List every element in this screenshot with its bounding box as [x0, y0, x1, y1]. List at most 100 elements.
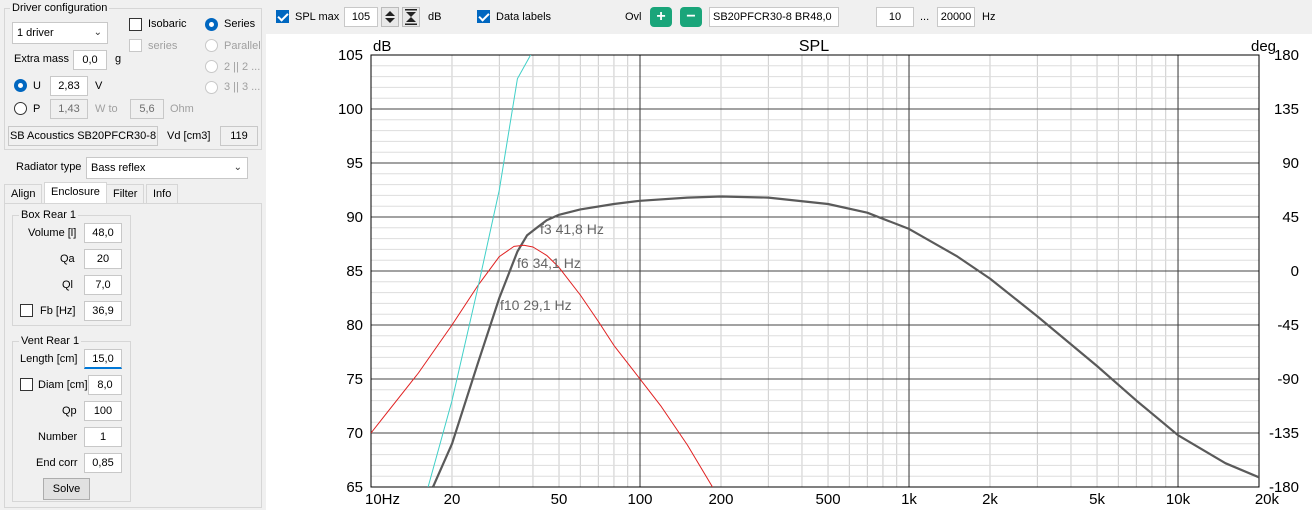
y2-tick-label: -90 [1277, 371, 1299, 388]
tab-enclosure[interactable]: Enclosure [44, 182, 107, 203]
radiator-type-label: Radiator type [16, 161, 82, 173]
hz-unit: Hz [982, 11, 996, 23]
p-radio[interactable] [14, 102, 27, 115]
radiator-type-combo[interactable]: Bass reflex ⌄ [86, 157, 248, 179]
x-tick-label: 20 [444, 491, 461, 508]
y-tick-label: 65 [346, 479, 363, 496]
y2-tick-label: -45 [1277, 317, 1299, 334]
p-input[interactable]: 1,43 [50, 99, 88, 119]
fb-input[interactable]: 36,9 [84, 301, 122, 321]
db-unit: dB [428, 11, 442, 23]
spl-max-input[interactable]: 105 [344, 7, 378, 27]
box-group-title: Box Rear 1 [19, 209, 79, 221]
y-tick-label: 70 [346, 425, 363, 442]
spl-spin-updown[interactable] [381, 7, 399, 27]
u-radio[interactable] [14, 79, 27, 92]
p33-label: 3 || 3 ... [224, 81, 261, 93]
qa-input[interactable]: 20 [84, 249, 122, 269]
endcorr-label: End corr [36, 457, 78, 469]
tab-strip: Align Enclosure Filter Info [4, 182, 262, 204]
isobaric-label: Isobaric [148, 18, 187, 30]
annotation-f10: f10 29,1 Hz [500, 297, 572, 313]
x-tick-label: 10Hz [365, 491, 400, 508]
y-tick-labels: 105 100 95 90 85 80 75 70 65 [338, 47, 363, 496]
x-tick-label: 50 [551, 491, 568, 508]
y-tick-label: 90 [346, 209, 363, 226]
qa-label: Qa [60, 253, 75, 265]
ohm-input[interactable]: 5,6 [130, 99, 164, 119]
u-label: U [33, 80, 41, 92]
p22-radio[interactable] [205, 60, 218, 73]
y-tick-label: 85 [346, 263, 363, 280]
x-tick-labels: 10Hz 20 50 100 200 500 1k 2k 5k 10k 20k [365, 491, 1279, 508]
spl-chart[interactable]: 10Hz 20 50 100 200 500 1k 2k 5k 10k 20k 1051009590… [266, 34, 1312, 510]
freq-from-input[interactable]: 10 [876, 7, 914, 27]
extra-mass-unit: g [115, 53, 122, 65]
diam-checkbox[interactable] [20, 378, 33, 391]
tab-align[interactable]: Align [4, 184, 43, 203]
y2-tick-label: 45 [1282, 209, 1299, 226]
chevron-down-icon: ⌄ [93, 27, 102, 38]
x-tick-label: 500 [816, 491, 841, 508]
spl-max-checkbox[interactable] [276, 10, 289, 23]
fb-label: Fb [Hz] [40, 305, 76, 317]
y2-tick-label: -180 [1269, 479, 1299, 496]
y2-tick-label: -135 [1269, 425, 1299, 442]
ql-input[interactable]: 7,0 [84, 275, 122, 295]
y2-tick-label: 180 [1274, 47, 1299, 64]
endcorr-input[interactable]: 0,85 [84, 453, 122, 473]
vd-input[interactable]: 119 [220, 126, 258, 146]
ohm-unit: Ohm [170, 103, 194, 115]
x-tick-label: 10k [1166, 491, 1191, 508]
qp-label: Qp [62, 405, 77, 417]
series-checkbox[interactable] [129, 39, 142, 52]
extra-mass-input[interactable]: 0,0 [73, 50, 107, 70]
series-radio[interactable] [205, 18, 218, 31]
tab-info[interactable]: Info [146, 184, 179, 203]
y-tick-label: 75 [346, 371, 363, 388]
freq-to-input[interactable]: 20000 [937, 7, 975, 27]
toolbar: SPL max 105 dB Data labels Ovl + − SB20P… [266, 0, 1312, 34]
overlay-name-field[interactable]: SB20PFCR30-8 BR48,0 [709, 7, 839, 27]
isobaric-checkbox[interactable] [129, 18, 142, 31]
spl-spin-fit[interactable] [402, 7, 420, 27]
number-input[interactable]: 1 [84, 427, 122, 447]
ovl-label: Ovl [625, 11, 642, 23]
radiator-type-value: Bass reflex [91, 162, 146, 174]
x-tick-label: 1k [901, 491, 917, 508]
qp-input[interactable]: 100 [84, 401, 122, 421]
extra-mass-label: Extra mass [14, 53, 70, 65]
drivers-combo[interactable]: 1 driver ⌄ [12, 22, 108, 44]
y-tick-label: 105 [338, 47, 363, 64]
annotation-f3: f3 41,8 Hz [540, 221, 604, 237]
y-tick-label: 95 [346, 155, 363, 172]
tab-filter[interactable]: Filter [106, 184, 145, 203]
p-label: P [33, 103, 41, 115]
vent-group-title: Vent Rear 1 [19, 335, 82, 347]
solve-button[interactable]: Solve [43, 478, 90, 500]
add-overlay-button[interactable]: + [650, 7, 672, 27]
annotation-f6: f6 34,1 Hz [517, 255, 581, 271]
spl-max-label: SPL max [295, 11, 340, 23]
series-radio-label: Series [224, 18, 256, 30]
volume-input[interactable]: 48,0 [84, 223, 122, 243]
x-tick-label: 200 [708, 491, 733, 508]
y2-tick-label: 90 [1282, 155, 1299, 172]
u-input[interactable]: 2,83 [50, 76, 88, 96]
remove-overlay-button[interactable]: − [680, 7, 702, 27]
diam-input[interactable]: 8,0 [88, 375, 122, 395]
y2-tick-label: 135 [1274, 101, 1299, 118]
p33-radio[interactable] [205, 81, 218, 94]
y-tick-label: 100 [338, 101, 363, 118]
driver-name-field[interactable]: SB Acoustics SB20PFCR30-8 [8, 126, 158, 146]
number-label: Number [38, 431, 78, 443]
length-input[interactable]: 15,0 [84, 349, 122, 369]
data-labels-checkbox[interactable] [477, 10, 490, 23]
y2-tick-labels: 180 135 90 45 0 -45 -90 -135 -180 [1269, 47, 1299, 496]
x-tick-label: 2k [982, 491, 998, 508]
parallel-radio-label: Parallel [224, 40, 261, 52]
series-check-label: series [148, 40, 178, 52]
parallel-radio[interactable] [205, 39, 218, 52]
y-axis-label: dB [373, 38, 391, 55]
fb-checkbox[interactable] [20, 304, 33, 317]
